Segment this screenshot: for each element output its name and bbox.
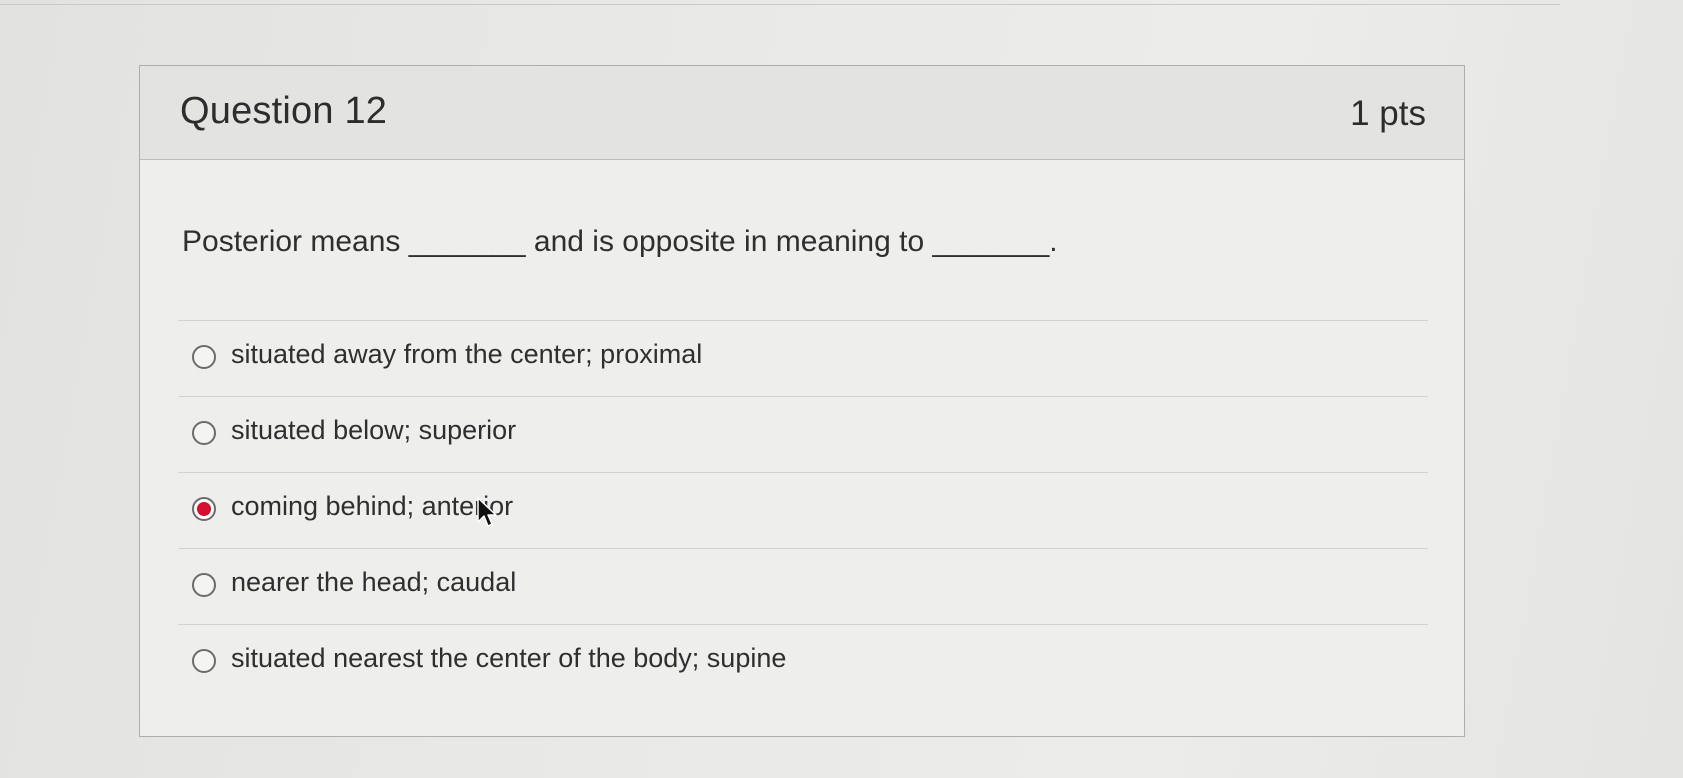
question-title: Question 12 (180, 90, 388, 132)
answer-label[interactable]: coming behind; anterior (231, 491, 513, 522)
radio-button-selected[interactable] (192, 497, 216, 521)
answer-list: situated away from the center; proximal … (178, 320, 1428, 700)
answer-label[interactable]: situated nearest the center of the body;… (231, 643, 786, 674)
answer-label[interactable]: situated below; superior (231, 415, 516, 446)
answer-option[interactable]: situated away from the center; proximal (178, 320, 1428, 396)
answer-option[interactable]: situated below; superior (178, 396, 1428, 472)
radio-button[interactable] (192, 421, 216, 445)
question-header: Question 12 1 pts (140, 66, 1464, 160)
radio-button[interactable] (192, 573, 216, 597)
question-card: Question 12 1 pts Posterior means ______… (139, 65, 1465, 737)
top-divider (0, 0, 1560, 5)
question-text: Posterior means _______ and is opposite … (182, 225, 1058, 258)
answer-option[interactable]: situated nearest the center of the body;… (178, 624, 1428, 700)
radio-button[interactable] (192, 345, 216, 369)
answer-option[interactable]: nearer the head; caudal (178, 548, 1428, 624)
mouse-pointer-icon (477, 497, 497, 527)
answer-label[interactable]: nearer the head; caudal (231, 567, 516, 598)
answer-option-selected[interactable]: coming behind; anterior (178, 472, 1428, 548)
answer-label[interactable]: situated away from the center; proximal (231, 339, 702, 370)
radio-button[interactable] (192, 649, 216, 673)
question-points: 1 pts (1350, 94, 1426, 133)
